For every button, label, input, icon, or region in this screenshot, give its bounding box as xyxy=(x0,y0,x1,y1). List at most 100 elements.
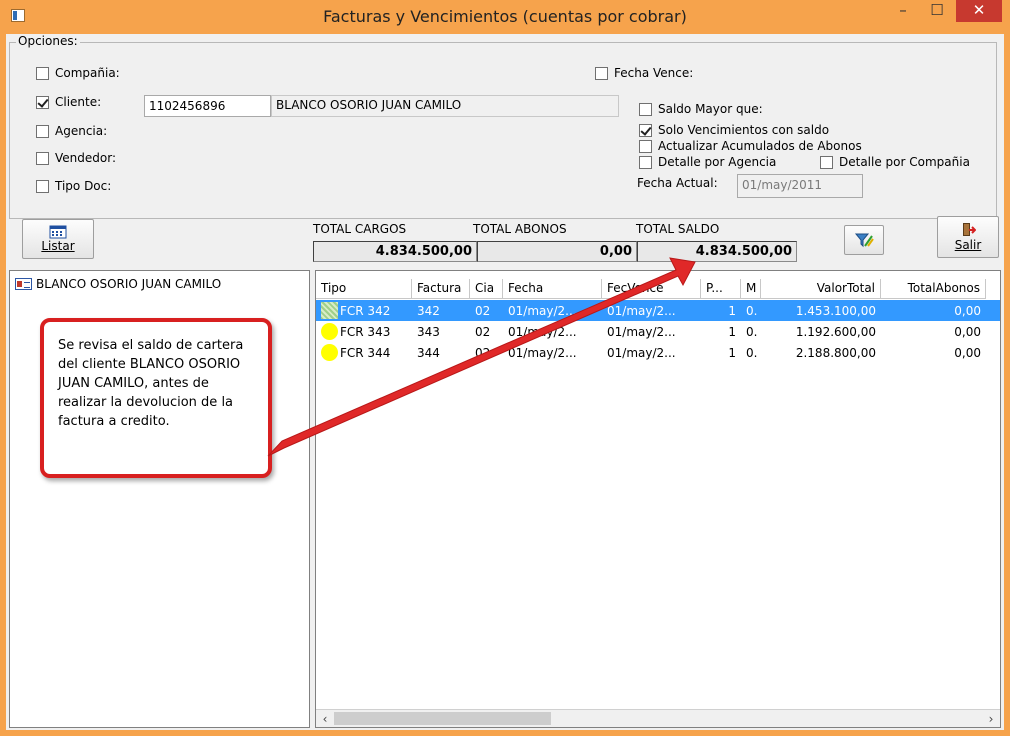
fecha-actual-input[interactable]: 01/may/2011 xyxy=(737,174,863,198)
cell-tipo: FCR 342 xyxy=(316,300,412,321)
cell-fecvence-text: 01/may/2... xyxy=(607,345,676,360)
col-factura[interactable]: Factura xyxy=(412,279,470,299)
callout-text: Se revisa el saldo de cartera del client… xyxy=(58,338,244,429)
agencia-label: Agencia: xyxy=(55,124,108,138)
option-cliente[interactable]: Cliente: xyxy=(36,95,101,109)
cliente-code-input[interactable]: 1102456896 xyxy=(144,95,271,117)
scroll-thumb[interactable] xyxy=(334,712,551,725)
saldo-mayor-checkbox[interactable] xyxy=(639,102,652,116)
option-detalle-compania[interactable]: Detalle por Compañia xyxy=(820,155,970,169)
option-actualizar-abonos[interactable]: Actualizar Acumulados de Abonos xyxy=(639,139,862,153)
option-tipo-doc[interactable]: Tipo Doc: xyxy=(36,179,111,193)
fecha-vence-checkbox[interactable] xyxy=(595,66,608,80)
total-abonos-value: 0,00 xyxy=(477,241,637,262)
option-fecha-vence[interactable]: Fecha Vence: xyxy=(595,66,693,80)
contact-card-icon xyxy=(15,278,32,290)
cell-factura-text: 343 xyxy=(417,324,440,339)
detalle-compania-checkbox[interactable] xyxy=(820,155,833,169)
cell-m-text: 0. xyxy=(746,324,758,339)
saldo-mayor-label: Saldo Mayor que: xyxy=(658,102,763,116)
table-row[interactable]: FCR 343 343 02 01/may/2... 01/may/2... 1 0. 1.1… xyxy=(316,321,1000,342)
salir-label: Salir xyxy=(954,238,982,252)
vendedor-checkbox[interactable] xyxy=(36,151,49,165)
detalle-compania-label: Detalle por Compañia xyxy=(839,155,970,169)
scroll-left-icon[interactable]: ‹ xyxy=(316,710,334,727)
cell-factura-text: 344 xyxy=(417,345,440,360)
cell-fecvence: 01/may/2... xyxy=(602,300,701,321)
cell-cia-text: 02 xyxy=(475,324,491,339)
cell-fecha-text: 01/may/2... xyxy=(508,303,577,318)
actualizar-abonos-checkbox[interactable] xyxy=(639,139,652,153)
cell-factura: 344 xyxy=(412,342,470,363)
tree-item-client[interactable]: BLANCO OSORIO JUAN CAMILO xyxy=(15,277,221,291)
col-p[interactable]: P... xyxy=(701,279,741,299)
close-button[interactable]: ✕ xyxy=(956,0,1002,22)
invoices-grid[interactable]: Tipo Factura Cia Fecha FecVence P... M V… xyxy=(315,270,1001,728)
actualizar-abonos-label: Actualizar Acumulados de Abonos xyxy=(658,139,862,153)
col-fecha[interactable]: Fecha xyxy=(503,279,602,299)
solo-vencimientos-label: Solo Vencimientos con saldo xyxy=(658,123,830,137)
col-m[interactable]: M xyxy=(741,279,761,299)
fecha-vence-label: Fecha Vence: xyxy=(614,66,694,80)
cell-factura: 342 xyxy=(412,300,470,321)
cell-p-text: 1 xyxy=(728,303,736,318)
cliente-checkbox[interactable] xyxy=(36,95,49,109)
cell-fecha-text: 01/may/2... xyxy=(508,324,577,339)
cell-factura-text: 342 xyxy=(417,303,440,318)
status-dot-icon xyxy=(321,344,338,361)
compania-checkbox[interactable] xyxy=(36,66,49,80)
annotation-callout: Se revisa el saldo de cartera del client… xyxy=(40,318,272,478)
cell-fecvence: 01/may/2... xyxy=(602,321,701,342)
total-abonos-label: TOTAL ABONOS xyxy=(473,222,567,236)
detalle-agencia-checkbox[interactable] xyxy=(639,155,652,169)
option-saldo-mayor[interactable]: Saldo Mayor que: xyxy=(639,102,763,116)
total-cargos-value: 4.834.500,00 xyxy=(313,241,477,262)
option-agencia[interactable]: Agencia: xyxy=(36,124,107,138)
option-detalle-agencia[interactable]: Detalle por Agencia xyxy=(639,155,776,169)
option-solo-vencimientos[interactable]: Solo Vencimientos con saldo xyxy=(639,123,829,137)
title-bar[interactable]: Facturas y Vencimientos (cuentas por cob… xyxy=(6,0,1004,34)
col-totalabonos[interactable]: TotalAbonos xyxy=(881,279,986,299)
fecha-actual-label: Fecha Actual: xyxy=(637,176,718,190)
solo-vencimientos-checkbox[interactable] xyxy=(639,123,652,137)
salir-button[interactable]: Salir xyxy=(937,216,999,258)
option-compania[interactable]: Compañia: xyxy=(36,66,120,80)
tipo-doc-checkbox[interactable] xyxy=(36,179,49,193)
cell-cia: 02 xyxy=(470,321,503,342)
total-cargos-label: TOTAL CARGOS xyxy=(313,222,407,236)
cell-p-text: 1 xyxy=(728,345,736,360)
cell-p: 1 xyxy=(701,342,741,363)
minimize-button[interactable]: – xyxy=(888,0,918,22)
cell-cia-text: 02 xyxy=(475,345,491,360)
col-cia[interactable]: Cia xyxy=(470,279,503,299)
options-legend: Opciones: xyxy=(16,34,80,48)
listar-button[interactable]: Listar xyxy=(22,219,94,259)
cell-valortotal: 2.188.800,00 xyxy=(761,342,881,363)
cell-totalabonos-text: 0,00 xyxy=(954,345,981,360)
cell-p: 1 xyxy=(701,321,741,342)
col-fecvence[interactable]: FecVence xyxy=(602,279,701,299)
cell-fecha: 01/may/2... xyxy=(503,300,602,321)
cell-tipo-text: FCR 343 xyxy=(340,324,391,339)
col-valortotal[interactable]: ValorTotal xyxy=(761,279,881,299)
horizontal-scrollbar[interactable]: ‹ › xyxy=(316,709,1000,727)
table-row[interactable]: FCR 344 344 02 01/may/2... 01/may/2... 1 0. 2.1… xyxy=(316,342,1000,363)
cliente-name-field: BLANCO OSORIO JUAN CAMILO xyxy=(271,95,619,117)
option-vendedor[interactable]: Vendedor: xyxy=(36,151,116,165)
cell-valortotal-text: 1.453.100,00 xyxy=(795,303,876,318)
col-tipo[interactable]: Tipo xyxy=(316,279,412,299)
maximize-button[interactable]: ☐ xyxy=(922,0,952,22)
status-dot-icon xyxy=(321,302,338,319)
listar-label: Listar xyxy=(41,239,75,253)
cell-p: 1 xyxy=(701,300,741,321)
agencia-checkbox[interactable] xyxy=(36,124,49,138)
cell-valortotal: 1.453.100,00 xyxy=(761,300,881,321)
scroll-right-icon[interactable]: › xyxy=(982,710,1000,727)
table-row[interactable]: FCR 342 342 02 01/may/2... 01/may/2... 1 0. 1.4… xyxy=(316,300,1000,321)
filter-button[interactable] xyxy=(844,225,884,255)
options-group: Opciones: Compañia: Cliente: 1102456896 … xyxy=(9,34,997,219)
cell-fecha: 01/may/2... xyxy=(503,321,602,342)
compania-label: Compañia: xyxy=(55,66,120,80)
detalle-agencia-label: Detalle por Agencia xyxy=(658,155,777,169)
cell-factura: 343 xyxy=(412,321,470,342)
